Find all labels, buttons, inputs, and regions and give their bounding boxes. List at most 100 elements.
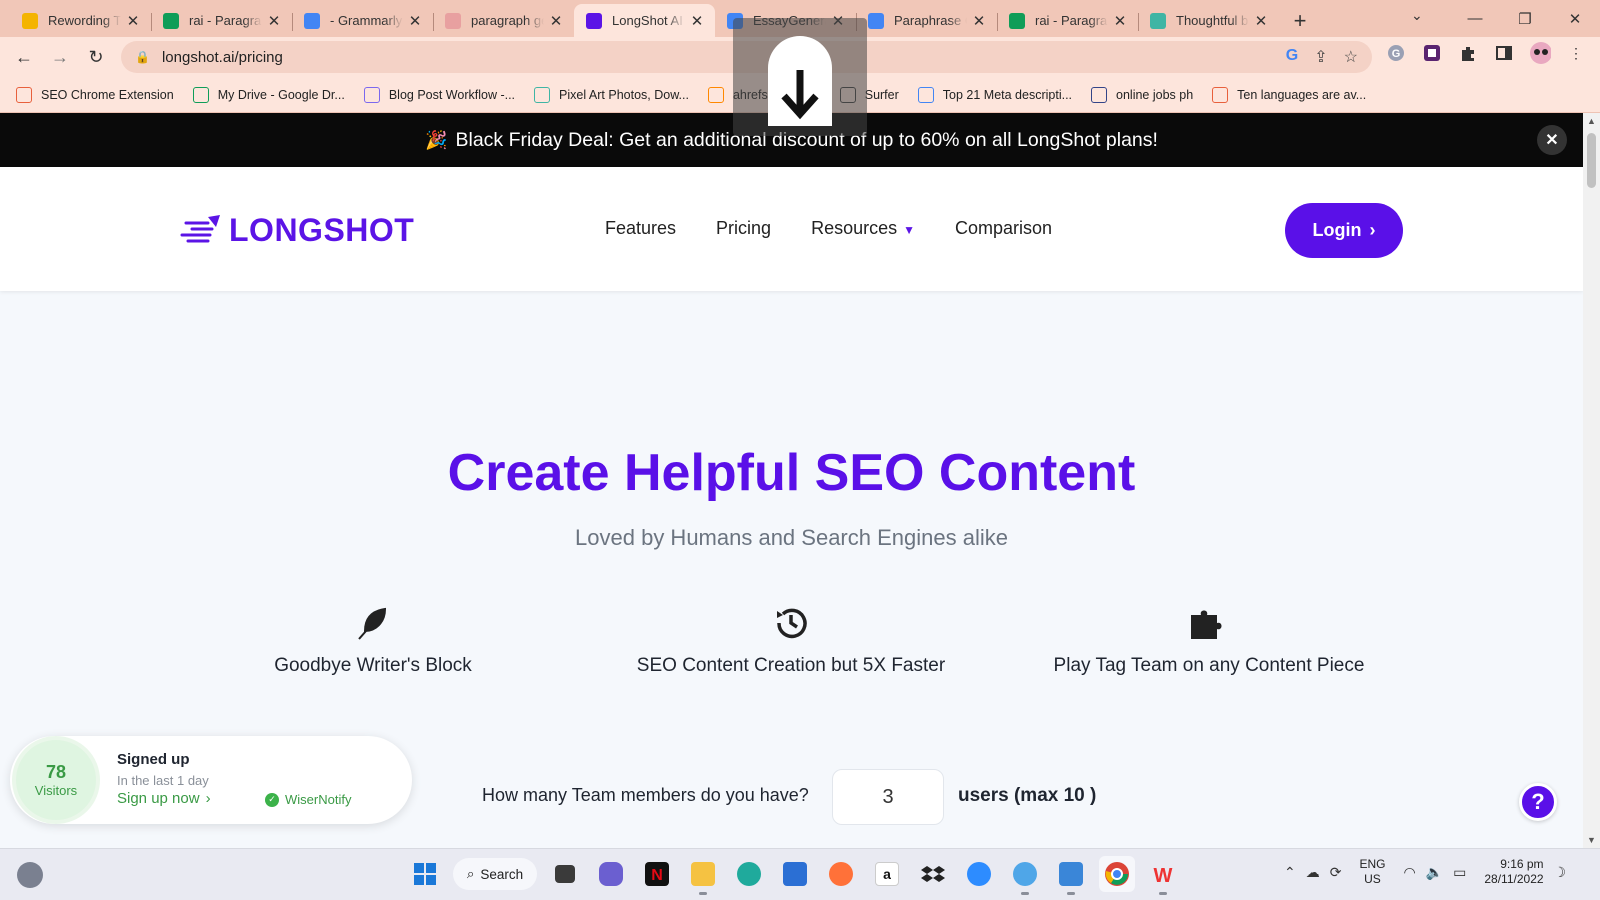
login-button[interactable]: Login › bbox=[1285, 203, 1403, 258]
wisernotify-brand[interactable]: ✓ WiserNotify bbox=[265, 792, 351, 807]
tab-search-icon[interactable]: ⌄ bbox=[1411, 7, 1423, 24]
amazon-icon[interactable]: a bbox=[869, 856, 905, 892]
grammarly-ext-icon[interactable]: G bbox=[1385, 42, 1407, 64]
region-code: US bbox=[1364, 872, 1381, 886]
close-tab-icon[interactable]: ✕ bbox=[548, 12, 564, 30]
nav-resources[interactable]: Resources ▼ bbox=[811, 218, 915, 239]
nav-features[interactable]: Features bbox=[605, 218, 676, 239]
google-lens-icon[interactable]: G bbox=[1286, 47, 1298, 67]
scroll-down-icon[interactable]: ▼ bbox=[1587, 835, 1596, 845]
browser-tab[interactable]: paragraph generator ✕ bbox=[433, 4, 574, 37]
bookmark-item[interactable]: SEO Chrome Extension bbox=[16, 86, 174, 103]
bookmark-item[interactable]: Top 21 Meta descripti... bbox=[917, 86, 1072, 103]
chevron-right-icon: › bbox=[1369, 220, 1376, 240]
netflix-icon[interactable]: N bbox=[639, 856, 675, 892]
bookmark-item[interactable]: Pixel Art Photos, Dow... bbox=[534, 86, 689, 103]
download-overlay bbox=[733, 18, 867, 136]
feature-item: SEO Content Creation but 5X Faster bbox=[601, 603, 981, 677]
dropbox-icon[interactable] bbox=[915, 856, 951, 892]
close-tab-icon[interactable]: ✕ bbox=[971, 12, 987, 30]
help-button[interactable]: ? bbox=[1519, 783, 1557, 821]
firefox-icon[interactable] bbox=[823, 856, 859, 892]
browser-tab[interactable]: LongShot AI ✕ bbox=[574, 4, 715, 37]
sync-icon[interactable]: ⟳ bbox=[1330, 864, 1342, 881]
minimize-icon[interactable]: — bbox=[1450, 10, 1500, 27]
nav-comparison[interactable]: Comparison bbox=[955, 218, 1052, 239]
longshot-logo[interactable]: LONGSHOT bbox=[178, 212, 414, 249]
browser-tab[interactable]: Rewording Tool ✕ bbox=[10, 4, 151, 37]
visitors-count: 78 bbox=[45, 762, 67, 782]
close-tab-icon[interactable]: ✕ bbox=[125, 12, 141, 30]
chrome-icon[interactable] bbox=[1099, 856, 1135, 892]
svg-text:G: G bbox=[1392, 48, 1401, 60]
tab-title: LongShot AI bbox=[612, 13, 683, 28]
browser-tab[interactable]: Thoughtful blog ✕ bbox=[1138, 4, 1279, 37]
reload-icon[interactable]: ↻ bbox=[78, 41, 114, 73]
wifi-icon[interactable]: ◠ bbox=[1403, 864, 1415, 881]
extension-app-icon[interactable] bbox=[1421, 42, 1443, 64]
close-window-icon[interactable]: ✕ bbox=[1550, 10, 1600, 28]
extensions-puzzle-icon[interactable] bbox=[1457, 42, 1479, 64]
close-tab-icon[interactable]: ✕ bbox=[407, 12, 423, 30]
store-icon[interactable] bbox=[777, 856, 813, 892]
bookmark-item[interactable]: online jobs ph bbox=[1091, 86, 1193, 103]
close-tab-icon[interactable]: ✕ bbox=[1253, 12, 1269, 30]
bookmark-label: My Drive - Google Dr... bbox=[217, 87, 345, 102]
share-icon[interactable]: ⇪ bbox=[1314, 47, 1327, 67]
language-indicator[interactable]: ENG US bbox=[1359, 857, 1385, 887]
chevron-up-icon[interactable]: ⌃ bbox=[1284, 864, 1296, 881]
team-size-input[interactable] bbox=[832, 769, 944, 825]
zoom-icon[interactable] bbox=[961, 856, 997, 892]
close-tab-icon[interactable]: ✕ bbox=[689, 12, 705, 30]
feather-icon bbox=[183, 603, 563, 643]
browser-tab[interactable]: rai - Paragraph ✕ bbox=[997, 4, 1138, 37]
seo-ext-icon bbox=[1212, 86, 1229, 103]
bookmark-item[interactable]: Blog Post Workflow -... bbox=[363, 86, 515, 103]
clock[interactable]: 9:16 pm 28/11/2022 bbox=[1484, 857, 1543, 887]
file-explorer-icon[interactable] bbox=[685, 856, 721, 895]
longshot-icon bbox=[586, 12, 602, 29]
wps-office-icon[interactable]: W bbox=[1145, 856, 1181, 895]
brand-label: WiserNotify bbox=[285, 792, 352, 807]
close-tab-icon[interactable]: ✕ bbox=[266, 12, 282, 30]
nav-pricing[interactable]: Pricing bbox=[716, 218, 771, 239]
task-view-icon[interactable] bbox=[547, 856, 583, 892]
scroll-thumb[interactable] bbox=[1587, 133, 1596, 188]
page-scrollbar[interactable]: ▲ ▼ bbox=[1583, 113, 1600, 848]
taskbar-search[interactable]: ⌕ Search bbox=[453, 858, 537, 890]
browser-tab[interactable]: - Grammarly ✕ bbox=[292, 4, 433, 37]
start-icon[interactable] bbox=[407, 856, 443, 892]
volume-icon[interactable]: 🔈 bbox=[1426, 864, 1443, 881]
bookmark-item[interactable]: Ten languages are av... bbox=[1212, 86, 1366, 103]
teams-chat-icon[interactable] bbox=[593, 856, 629, 892]
clock-time: 9:16 pm bbox=[1500, 857, 1544, 871]
web-page: 🎉 Black Friday Deal: Get an additional d… bbox=[0, 113, 1583, 848]
weather-icon[interactable] bbox=[17, 862, 43, 888]
new-tab-icon[interactable]: + bbox=[1283, 4, 1317, 37]
profile-avatar[interactable] bbox=[1529, 42, 1551, 64]
scroll-up-icon[interactable]: ▲ bbox=[1587, 116, 1596, 126]
forward-icon[interactable]: → bbox=[42, 41, 78, 73]
close-tab-icon[interactable]: ✕ bbox=[1112, 12, 1128, 30]
notifications-icon[interactable]: ☽ bbox=[1554, 864, 1567, 881]
battery-icon[interactable]: ▭ bbox=[1453, 864, 1466, 881]
edge-icon[interactable] bbox=[731, 856, 767, 892]
lock-icon[interactable]: 🔒 bbox=[135, 50, 150, 64]
paint-icon[interactable] bbox=[1007, 856, 1043, 895]
wisernotify-popup[interactable]: 78 Visitors Signed up In the last 1 day … bbox=[10, 736, 412, 824]
browser-tab[interactable]: rai - Paragraph ✕ bbox=[151, 4, 292, 37]
google-drive-icon bbox=[22, 12, 38, 29]
chrome-menu-icon[interactable]: ⋮ bbox=[1565, 42, 1587, 64]
bookmark-star-icon[interactable]: ☆ bbox=[1344, 47, 1358, 67]
onedrive-icon[interactable]: ☁ bbox=[1306, 864, 1320, 881]
restore-icon[interactable]: ❐ bbox=[1500, 10, 1550, 28]
bookmark-item[interactable]: My Drive - Google Dr... bbox=[192, 86, 345, 103]
signup-link[interactable]: Sign up now › bbox=[117, 790, 211, 807]
browser-tab[interactable]: Paraphrase Online ✕ bbox=[856, 4, 997, 37]
tab-title: rai - Paragraph bbox=[189, 13, 262, 28]
close-promo-icon[interactable]: ✕ bbox=[1537, 125, 1567, 155]
photos-icon[interactable] bbox=[1053, 856, 1089, 895]
side-panel-icon[interactable] bbox=[1493, 42, 1515, 64]
back-icon[interactable]: ← bbox=[6, 41, 42, 73]
feature-label: Play Tag Team on any Content Piece bbox=[1053, 655, 1365, 676]
